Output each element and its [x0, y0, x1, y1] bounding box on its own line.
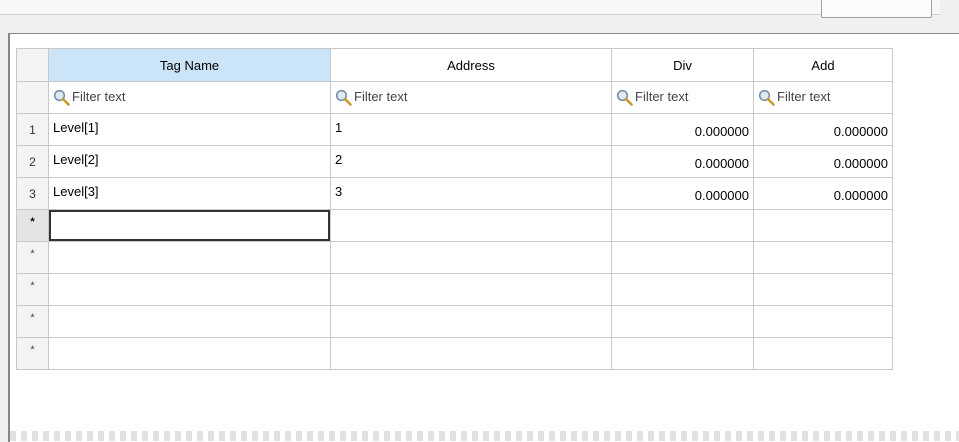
cell-div[interactable]: 0.000000 — [611, 113, 754, 146]
filter-cell-div[interactable]: Filter text — [611, 81, 754, 114]
new-row-marker[interactable]: * — [16, 209, 49, 242]
cell-add[interactable] — [753, 305, 893, 338]
table-row[interactable]: 3 Level[3] 3 0.000000 0.000000 — [16, 177, 893, 210]
cell-tag-name[interactable]: Level[2] — [48, 145, 331, 178]
row-number[interactable]: 2 — [16, 145, 49, 178]
magnifier-icon — [53, 89, 70, 106]
column-header-tag-name[interactable]: Tag Name — [48, 48, 331, 82]
cell-add[interactable]: 0.000000 — [753, 177, 893, 210]
filter-placeholder: Filter text — [777, 88, 831, 104]
filter-cell-address[interactable]: Filter text — [330, 81, 612, 114]
column-header-add[interactable]: Add — [753, 48, 893, 82]
magnifier-icon — [758, 89, 775, 106]
cell-address[interactable]: 3 — [330, 177, 612, 210]
filter-placeholder: Filter text — [354, 88, 408, 104]
cell-tag-name[interactable] — [48, 337, 331, 370]
new-row[interactable]: * — [16, 209, 893, 242]
cell-div[interactable]: 0.000000 — [611, 145, 754, 178]
table-row[interactable]: 1 Level[1] 1 0.000000 0.000000 — [16, 113, 893, 146]
new-row-marker[interactable]: * — [16, 241, 49, 274]
cell-tag-name[interactable]: Level[3] — [48, 177, 331, 210]
new-row[interactable]: * — [16, 273, 893, 306]
cell-add[interactable] — [753, 273, 893, 306]
column-header-div[interactable]: Div — [611, 48, 754, 82]
cell-div[interactable] — [611, 305, 754, 338]
cell-div[interactable]: 0.000000 — [611, 177, 754, 210]
cell-tag-name[interactable] — [48, 241, 331, 274]
cell-address[interactable] — [330, 209, 612, 242]
row-number[interactable]: 3 — [16, 177, 49, 210]
cell-address[interactable] — [330, 337, 612, 370]
filter-row-header — [16, 81, 49, 114]
new-row-marker[interactable]: * — [16, 273, 49, 306]
new-row-marker[interactable]: * — [16, 337, 49, 370]
toolbar-area — [0, 0, 959, 30]
filter-row: Filter text Filter text Filter text Filt… — [16, 81, 893, 114]
cell-tag-name[interactable] — [48, 273, 331, 306]
cell-address[interactable] — [330, 305, 612, 338]
cell-div[interactable] — [611, 337, 754, 370]
cell-address[interactable]: 1 — [330, 113, 612, 146]
tag-table: Tag Name Address Div Add Filter text Fil… — [16, 48, 893, 370]
corner-cell[interactable] — [16, 48, 49, 82]
magnifier-icon — [616, 89, 633, 106]
cell-tag-name[interactable]: Level[1] — [48, 113, 331, 146]
cell-tag-name-editor[interactable] — [48, 209, 331, 242]
filter-cell-add[interactable]: Filter text — [753, 81, 893, 114]
cell-address[interactable] — [330, 273, 612, 306]
cell-address[interactable]: 2 — [330, 145, 612, 178]
cell-add[interactable] — [753, 241, 893, 274]
row-number[interactable]: 1 — [16, 113, 49, 146]
cell-add[interactable] — [753, 337, 893, 370]
cell-add[interactable]: 0.000000 — [753, 113, 893, 146]
cell-add[interactable]: 0.000000 — [753, 145, 893, 178]
header-row: Tag Name Address Div Add — [16, 48, 893, 82]
cell-div[interactable] — [611, 241, 754, 274]
filter-cell-tag-name[interactable]: Filter text — [48, 81, 331, 114]
column-header-address[interactable]: Address — [330, 48, 612, 82]
filter-placeholder: Filter text — [635, 88, 689, 104]
cell-tag-name[interactable] — [48, 305, 331, 338]
toolbar-button[interactable] — [821, 0, 932, 18]
filter-placeholder: Filter text — [72, 88, 126, 104]
new-row-marker[interactable]: * — [16, 305, 49, 338]
cell-address[interactable] — [330, 241, 612, 274]
magnifier-icon — [335, 89, 352, 106]
new-row[interactable]: * — [16, 305, 893, 338]
new-row[interactable]: * — [16, 337, 893, 370]
cell-div[interactable] — [611, 209, 754, 242]
table-row[interactable]: 2 Level[2] 2 0.000000 0.000000 — [16, 145, 893, 178]
status-strip — [10, 431, 959, 441]
cell-div[interactable] — [611, 273, 754, 306]
toolbar-edge — [0, 0, 940, 15]
new-row[interactable]: * — [16, 241, 893, 274]
cell-add[interactable] — [753, 209, 893, 242]
